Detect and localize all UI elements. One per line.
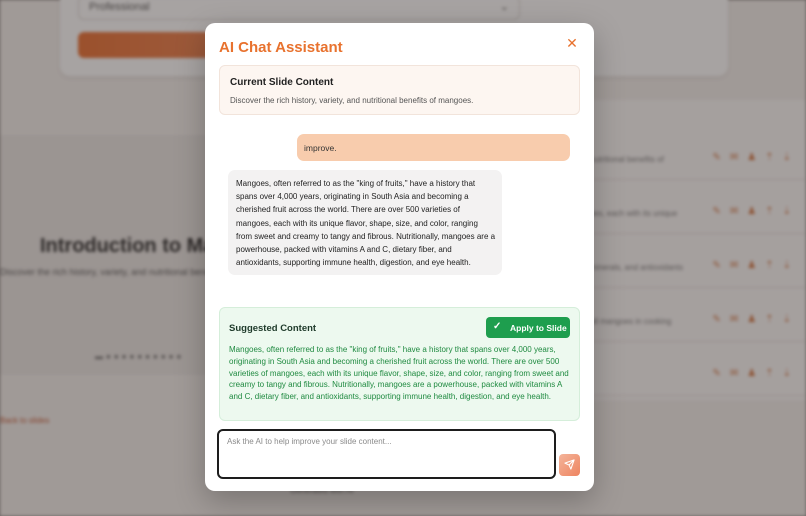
apply-to-slide-button[interactable]: ✓ Apply to Slide [486,317,570,338]
ai-chat-modal: AI Chat Assistant ✕ Current Slide Conten… [205,23,594,491]
user-message: improve. [297,134,570,161]
assistant-message-text: Mangoes, often referred to as the "king … [236,179,496,268]
user-message-text: improve. [304,143,337,153]
send-icon [564,459,575,470]
chat-input[interactable] [217,429,556,479]
current-slide-text: Discover the rich history, variety, and … [230,96,474,105]
suggested-content-card: Suggested Content ✓ Apply to Slide Mango… [219,307,580,421]
apply-button-label: Apply to Slide [510,323,567,333]
suggested-content-text: Mangoes, often referred to as the "king … [229,345,569,402]
close-icon[interactable]: ✕ [564,35,580,51]
current-slide-card: Current Slide Content Discover the rich … [219,65,580,115]
check-icon: ✓ [493,321,502,332]
current-slide-heading: Current Slide Content [230,77,334,88]
assistant-message: Mangoes, often referred to as the "king … [228,170,502,275]
modal-title: AI Chat Assistant [219,39,343,56]
suggested-content-heading: Suggested Content [229,323,317,334]
send-button[interactable] [559,454,580,476]
